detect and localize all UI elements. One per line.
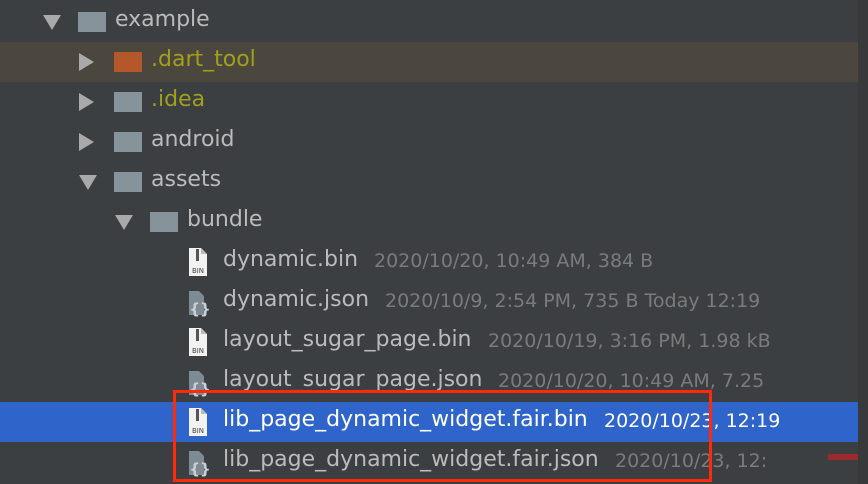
folder-icon — [114, 132, 142, 152]
item-name: bundle — [187, 207, 263, 232]
item-name: .idea — [151, 87, 206, 112]
tree-item-bundle[interactable]: bundle — [0, 202, 868, 242]
tree-item-dynamic-bin[interactable]: BIN dynamic.bin 2020/10/20, 10:49 AM, 384 … — [0, 242, 868, 282]
binary-file-icon: BIN — [188, 247, 208, 277]
chevron-down-icon[interactable] — [43, 15, 61, 30]
item-metadata: 2020/10/9, 2:54 PM, 735 B Today 12:19 — [385, 290, 761, 312]
binary-file-icon: BIN — [188, 327, 208, 357]
item-metadata: 2020/10/20, 10:49 AM, 384 B — [374, 250, 654, 272]
tree-item-layout-sugar-page-bin[interactable]: BIN layout_sugar_page.bin 2020/10/19, 3:16… — [0, 322, 868, 362]
chevron-right-icon[interactable] — [79, 133, 94, 151]
item-name: example — [115, 7, 210, 32]
svg-text:BIN: BIN — [192, 267, 204, 275]
chevron-right-icon[interactable] — [79, 53, 94, 71]
item-name: android — [151, 127, 235, 152]
folder-icon — [114, 172, 142, 192]
svg-text:BIN: BIN — [192, 347, 204, 355]
item-metadata: 2020/10/20, 10:49 AM, 7.25 — [498, 370, 765, 392]
tree-item-dart-tool[interactable]: .dart_tool — [0, 42, 868, 82]
item-name: dynamic.json — [223, 287, 370, 312]
item-name: .dart_tool — [151, 47, 256, 72]
json-file-icon: {} — [188, 287, 211, 318]
tree-item-assets[interactable]: assets — [0, 162, 868, 202]
item-name: assets — [151, 167, 222, 192]
folder-icon — [114, 52, 142, 72]
annotation-highlight-box — [173, 390, 712, 482]
tree-item-example[interactable]: example — [0, 2, 868, 42]
item-metadata: 2020/10/19, 3:16 PM, 1.98 kB — [488, 330, 771, 352]
chevron-down-icon[interactable] — [79, 175, 97, 190]
tree-item-dynamic-json[interactable]: {} dynamic.json 2020/10/9, 2:54 PM, 735 B … — [0, 282, 868, 322]
svg-text:{}: {} — [189, 300, 210, 317]
chevron-right-icon[interactable] — [79, 93, 94, 111]
folder-icon — [114, 92, 142, 112]
item-name: layout_sugar_page.json — [223, 367, 483, 392]
tree-item-idea[interactable]: .idea — [0, 82, 868, 122]
scrollbar[interactable] — [858, 0, 868, 484]
item-name: layout_sugar_page.bin — [223, 327, 472, 352]
error-marker — [828, 454, 858, 460]
folder-icon — [150, 212, 178, 232]
tree-item-android[interactable]: android — [0, 122, 868, 162]
folder-icon — [78, 12, 106, 32]
item-name: dynamic.bin — [223, 247, 359, 272]
chevron-down-icon[interactable] — [115, 215, 133, 230]
